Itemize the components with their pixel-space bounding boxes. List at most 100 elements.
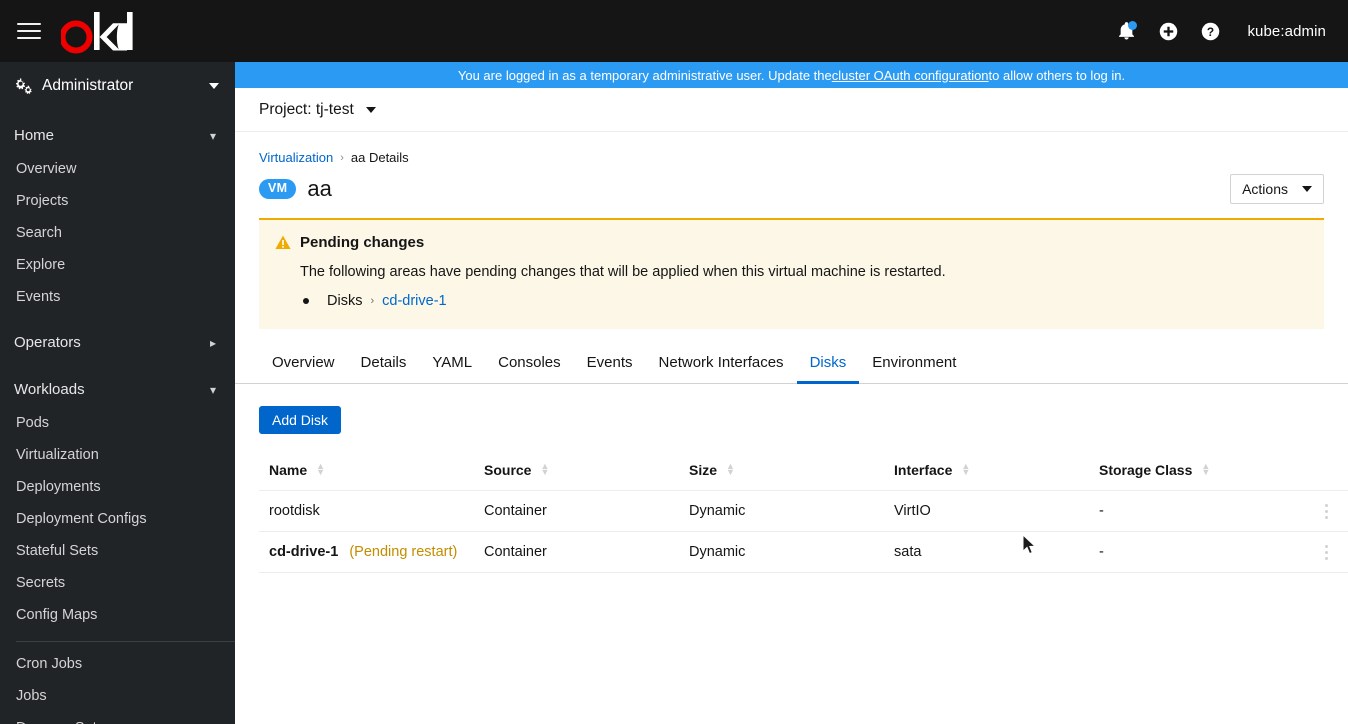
sidebar-item-events[interactable]: Events [0,281,235,313]
column-header-storage-class[interactable]: Storage Class ▲ ▼ [1089,462,1309,491]
alert-title: Pending changes [300,234,425,251]
sidebar-item-stateful-sets[interactable]: Stateful Sets [0,535,235,567]
sidebar-item-deployment-configs[interactable]: Deployment Configs [0,503,235,535]
kebab-menu-icon[interactable] [1319,503,1333,519]
table-header-row: Name ▲ ▼ Source ▲ ▼ Size ▲ ▼ Interface ▲… [259,462,1348,491]
tab-details[interactable]: Details [348,343,420,384]
sort-icon: ▲ ▼ [961,461,971,477]
sidebar-item-daemon-sets[interactable]: Daemon Sets [0,712,235,724]
bell-icon[interactable] [1105,10,1147,52]
alert-wrap: Pending changes The following areas have… [235,218,1348,329]
column-header-interface[interactable]: Interface ▲ ▼ [884,462,1089,491]
bullet-icon [303,298,309,304]
cell-size: Dynamic [679,490,884,532]
sidebar-item-secrets[interactable]: Secrets [0,567,235,599]
column-label: Size [689,462,718,478]
cogs-icon [14,77,34,95]
cell-storage-class: - [1089,490,1309,532]
caret-down-icon [1302,186,1312,192]
sidebar-section-label: Workloads [14,381,85,398]
sidebar-section-label: Operators [14,334,81,351]
notification-badge [1128,21,1138,30]
sidebar-item-jobs[interactable]: Jobs [0,680,235,712]
disks-tab-content: Add Disk Name ▲ ▼ Source ▲ ▼ Size ▲ ▼ In… [235,384,1348,724]
project-selector[interactable]: Project: tj-test [259,101,376,119]
sidebar-item-pods[interactable]: Pods [0,407,235,439]
cell-actions [1309,531,1348,573]
main-content: You are logged in as a temporary adminis… [235,62,1348,724]
tab-events[interactable]: Events [574,343,646,384]
sort-icon: ▲ ▼ [540,461,550,477]
project-selector-label: Project: tj-test [259,100,354,118]
tab-network-interfaces[interactable]: Network Interfaces [646,343,797,384]
tab-overview[interactable]: Overview [259,343,348,384]
sort-icon: ▲ ▼ [726,461,735,477]
column-header-name[interactable]: Name ▲ ▼ [259,462,474,491]
sidebar-item-search[interactable]: Search [0,217,235,249]
column-label: Interface [894,462,953,478]
sidebar-section-label: Home [14,127,55,144]
sidebar-item-explore[interactable]: Explore [0,249,235,281]
sort-icon: ▲ ▼ [316,461,326,477]
disk-name: rootdisk [269,503,320,519]
perspective-switcher[interactable]: Administrator [0,62,235,110]
alert-item-link-cd-drive-1[interactable]: cd-drive-1 [382,293,446,309]
column-header-size[interactable]: Size ▲ ▼ [679,462,884,491]
tab-consoles[interactable]: Consoles [485,343,574,384]
perspective-label: Administrator [42,76,134,94]
sidebar-item-deployments[interactable]: Deployments [0,471,235,503]
user-menu[interactable]: kube:admin [1247,23,1326,40]
sort-icon: ▲ ▼ [1201,461,1211,477]
breadcrumb-current: aa Details [350,150,409,165]
disk-name: cd-drive-1 [269,544,339,560]
tab-environment[interactable]: Environment [859,343,969,384]
alert-title-row: Pending changes [275,234,1308,255]
tab-yaml[interactable]: YAML [419,343,485,384]
question-circle-icon[interactable]: ? [1189,10,1231,52]
sidebar-item-cron-jobs[interactable]: Cron Jobs [0,648,235,680]
breadcrumb-separator: › [340,151,344,164]
caret-down-icon [209,82,219,89]
sidebar-item-projects[interactable]: Projects [0,185,235,217]
add-disk-button[interactable]: Add Disk [259,406,342,434]
alert-body: The following areas have pending changes… [300,264,946,280]
sidebar: Administrator Home ▾ Overview Projects S… [0,62,235,724]
table-row[interactable]: cd-drive-1 (Pending restart) Container D… [259,531,1348,573]
page-title: aa [307,176,332,201]
sidebar-section-home[interactable]: Home ▾ [0,118,235,153]
okd-logo[interactable] [61,8,139,54]
masthead: ? kube:admin [0,0,1348,62]
alert-list-item: Disks › cd-drive-1 [300,293,1308,309]
masthead-tools: ? kube:admin [1105,10,1328,52]
sidebar-nav: Home ▾ Overview Projects Search Explore … [0,110,235,724]
sidebar-item-overview[interactable]: Overview [0,153,235,185]
column-label: Name [269,462,308,478]
cell-name: rootdisk [259,490,474,532]
tab-disks[interactable]: Disks [796,343,860,384]
cell-size: Dynamic [679,531,884,573]
sidebar-section-operators[interactable]: Operators ▸ [0,325,235,360]
nav-toggle-icon[interactable] [14,16,44,46]
caret-down-icon [365,106,376,113]
project-bar: Project: tj-test [235,88,1348,132]
column-header-source[interactable]: Source ▲ ▼ [474,462,679,491]
title-row: VM aa Actions [259,174,1324,218]
cell-interface: sata [884,531,1089,573]
alert-item-separator: › [370,295,375,307]
alert-list: Disks › cd-drive-1 [300,293,1308,309]
table-row[interactable]: rootdisk Container Dynamic VirtIO - [259,490,1348,532]
column-header-actions [1309,462,1348,491]
kebab-menu-icon[interactable] [1319,544,1333,560]
console-root: ? kube:admin Administrator Home ▾ Overvi… [0,0,1348,724]
breadcrumb: Virtualization › aa Details [259,150,1324,165]
sidebar-item-config-maps[interactable]: Config Maps [0,599,235,631]
plus-circle-icon[interactable] [1147,10,1189,52]
cluster-oauth-configuration-link[interactable]: cluster OAuth configuration [832,68,989,83]
actions-button[interactable]: Actions [1230,174,1324,204]
sidebar-item-virtualization[interactable]: Virtualization [0,439,235,471]
sidebar-section-workloads[interactable]: Workloads ▾ [0,372,235,407]
cell-actions [1309,490,1348,532]
breadcrumb-link-virtualization[interactable]: Virtualization [259,150,333,165]
chevron-down-icon: ▾ [209,128,217,143]
actions-button-label: Actions [1242,181,1288,197]
